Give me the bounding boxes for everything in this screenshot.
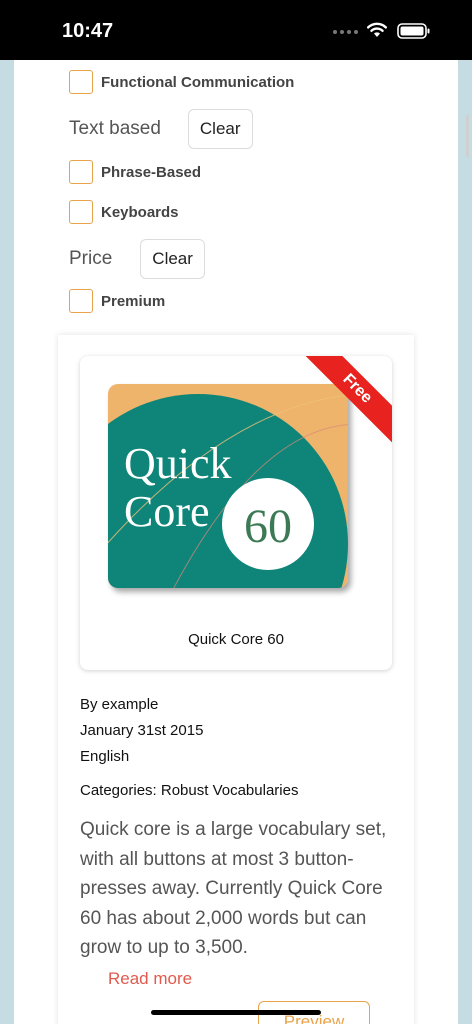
checkbox[interactable] [69, 289, 93, 313]
product-card: Quick Core 60 Free Quick Core 60 By exam… [58, 335, 414, 1024]
svg-text:Quick: Quick [124, 439, 232, 488]
content-page: Functional Communication Text based Clea… [14, 60, 458, 1024]
filter-group-price: Price Clear [69, 239, 205, 279]
checkbox[interactable] [69, 160, 93, 184]
checkbox-label: Functional Communication [101, 73, 295, 91]
wifi-icon [367, 22, 387, 37]
filter-title: Price [69, 248, 113, 269]
checkbox[interactable] [69, 70, 93, 94]
filter-premium[interactable]: Premium [69, 289, 165, 313]
home-indicator[interactable] [151, 1010, 321, 1015]
signal-dots-icon [333, 30, 359, 36]
status-bar: 10:47 [0, 0, 472, 60]
battery-icon [397, 23, 430, 39]
product-categories: Categories: Robust Vocabularies [80, 782, 299, 799]
product-tile[interactable]: Quick Core 60 Free Quick Core 60 [80, 356, 392, 670]
filter-phrase-based[interactable]: Phrase-Based [69, 160, 201, 184]
filter-title: Text based [69, 118, 161, 139]
product-language: English [80, 748, 130, 765]
status-time: 10:47 [62, 20, 114, 42]
scrollbar[interactable] [466, 115, 469, 157]
checkbox-label: Keyboards [101, 203, 179, 221]
filter-group-text-based: Text based Clear [69, 109, 253, 149]
clear-price-button[interactable]: Clear [140, 239, 205, 279]
checkbox[interactable] [69, 200, 93, 224]
clear-text-based-button[interactable]: Clear [187, 109, 253, 149]
product-title: Quick Core 60 [188, 631, 284, 648]
product-description: Quick core is a large vocabulary set, wi… [80, 819, 387, 958]
product-date: January 31st 2015 [80, 722, 204, 739]
svg-text:Core: Core [124, 487, 210, 536]
filter-functional-communication[interactable]: Functional Communication [69, 70, 294, 94]
product-cover-image: Quick Core 60 [108, 384, 348, 588]
filter-keyboards[interactable]: Keyboards [69, 200, 179, 224]
read-more-link[interactable]: Read more [108, 969, 192, 989]
product-author: By example [80, 696, 159, 713]
svg-text:60: 60 [244, 500, 292, 553]
checkbox-label: Premium [101, 292, 166, 310]
checkbox-label: Phrase-Based [101, 163, 202, 181]
